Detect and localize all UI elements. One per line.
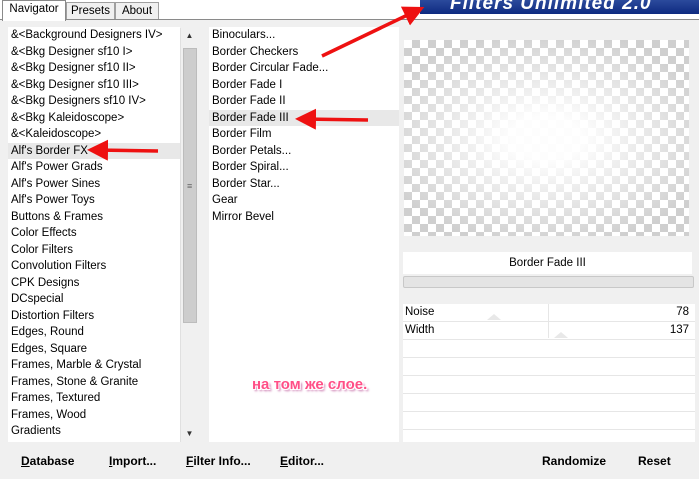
category-list-item[interactable]: Distortion Filters: [8, 308, 180, 325]
category-list-item[interactable]: Alf's Power Grads: [8, 159, 180, 176]
filter-list-item[interactable]: Border Circular Fade...: [209, 60, 399, 77]
category-list-item[interactable]: Image Enhancement: [8, 440, 180, 443]
scroll-thumb[interactable]: ≡: [183, 48, 197, 323]
category-list-item[interactable]: Gradients: [8, 423, 180, 440]
annotation-text: на том же слое.: [252, 376, 368, 393]
param-row-width[interactable]: Width 137: [403, 322, 695, 340]
param-name: Width: [405, 324, 435, 336]
filter-list-item[interactable]: Border Fade I: [209, 77, 399, 94]
database-button[interactable]: Database: [21, 454, 74, 468]
filter-list-item[interactable]: Gear: [209, 192, 399, 209]
scroll-up-arrow-icon[interactable]: ▲: [181, 28, 198, 44]
preview-slider-bar[interactable]: [403, 276, 694, 288]
filter-list-item[interactable]: Border Fade II: [209, 93, 399, 110]
filter-list-item[interactable]: Border Petals...: [209, 143, 399, 160]
filter-info-button[interactable]: Filter Info...: [186, 454, 251, 468]
filter-list-item[interactable]: Border Fade III: [209, 109, 399, 126]
filter-name-label: Border Fade III: [403, 252, 692, 274]
preview-fade: [404, 40, 689, 236]
category-list-item[interactable]: CPK Designs: [8, 275, 180, 292]
button-bar: Database Import... Filter Info... Editor…: [0, 446, 699, 478]
filter-list-item[interactable]: Border Spiral...: [209, 159, 399, 176]
param-slider-marker[interactable]: [486, 314, 501, 320]
category-list-item[interactable]: &<Bkg Designers sf10 IV>: [8, 93, 180, 110]
category-list-item[interactable]: Alf's Power Toys: [8, 192, 180, 209]
category-list-item[interactable]: &<Bkg Designer sf10 II>: [8, 60, 180, 77]
parameter-panel: Noise 78 Width 137: [403, 304, 695, 448]
import-button[interactable]: Import...: [109, 454, 156, 468]
filter-list-item[interactable]: Border Star...: [209, 176, 399, 193]
editor-button[interactable]: Editor...: [280, 454, 324, 468]
category-list-item[interactable]: Alf's Border FX: [8, 142, 180, 159]
preview-image: [404, 40, 689, 236]
category-list-item[interactable]: Color Filters: [8, 242, 180, 259]
param-slider-marker[interactable]: [553, 332, 568, 338]
title-banner-text: Filters Unlimited 2.0: [450, 0, 652, 14]
category-list-item[interactable]: &<Bkg Designer sf10 I>: [8, 44, 180, 61]
category-list-item[interactable]: DCspecial: [8, 291, 180, 308]
category-list-item[interactable]: &<Background Designers IV>: [8, 27, 180, 44]
category-list-item[interactable]: Frames, Wood: [8, 407, 180, 424]
param-value: 78: [676, 306, 689, 318]
tab-navigator[interactable]: Navigator: [2, 0, 66, 21]
reset-button[interactable]: Reset: [638, 454, 671, 468]
filter-list-item[interactable]: Border Checkers: [209, 44, 399, 61]
category-list-item[interactable]: Frames, Marble & Crystal: [8, 357, 180, 374]
category-list-item[interactable]: Buttons & Frames: [8, 209, 180, 226]
param-value: 137: [669, 324, 689, 336]
category-list-item[interactable]: &<Bkg Designer sf10 III>: [8, 77, 180, 94]
filter-list-item[interactable]: Mirror Bevel: [209, 209, 399, 226]
category-list-item[interactable]: &<Kaleidoscope>: [8, 126, 180, 143]
category-list-item[interactable]: &<Bkg Kaleidoscope>: [8, 110, 180, 127]
category-list[interactable]: &<Background Designers IV> &<Bkg Designer…: [8, 27, 180, 442]
category-scrollbar[interactable]: ▲ ≡ ▼: [180, 28, 198, 442]
title-banner: Filters Unlimited 2.0: [420, 0, 699, 14]
tab-presets[interactable]: Presets: [66, 2, 115, 20]
category-list-item[interactable]: Alf's Power Sines: [8, 176, 180, 193]
tab-about[interactable]: About: [115, 2, 159, 20]
category-list-item[interactable]: Edges, Round: [8, 324, 180, 341]
scroll-down-arrow-icon[interactable]: ▼: [181, 426, 198, 442]
filter-list-item[interactable]: Binoculars...: [209, 27, 399, 44]
grip-icon: ≡: [187, 181, 193, 191]
category-list-item[interactable]: Frames, Stone & Granite: [8, 374, 180, 391]
param-name: Noise: [405, 306, 435, 318]
filter-list-item[interactable]: Border Film: [209, 126, 399, 143]
category-list-item[interactable]: Convolution Filters: [8, 258, 180, 275]
param-row-noise[interactable]: Noise 78: [403, 304, 695, 322]
category-list-item[interactable]: Color Effects: [8, 225, 180, 242]
randomize-button[interactable]: Randomize: [542, 454, 606, 468]
category-list-item[interactable]: Frames, Textured: [8, 390, 180, 407]
category-list-item[interactable]: Edges, Square: [8, 341, 180, 358]
